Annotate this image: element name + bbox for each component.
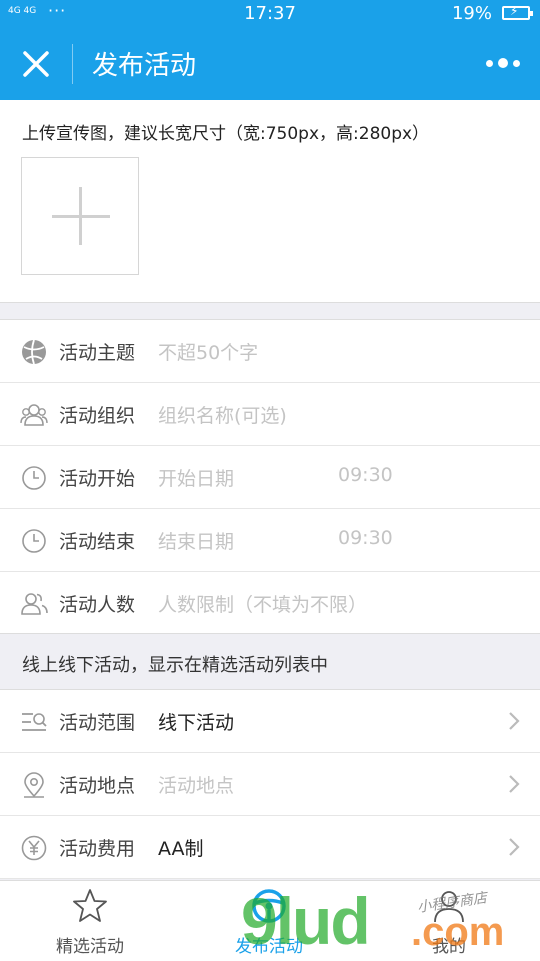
location-label: 活动地点 [59, 775, 136, 797]
group-icon [20, 404, 48, 426]
tab-publish[interactable]: 发布活动 [179, 881, 359, 961]
form-row-end[interactable]: 活动结束 结束日期 09:30 [0, 509, 540, 572]
steering-wheel-icon [252, 889, 286, 923]
tab-bar: 精选活动 发布活动 我的 [0, 880, 540, 961]
section-hint-text: 线上线下活动，显示在精选活动列表中 [22, 655, 328, 676]
start-date-input[interactable]: 开始日期 [158, 464, 234, 491]
theme-label: 活动主题 [59, 342, 136, 364]
yen-icon [21, 835, 47, 861]
chevron-right-icon [509, 775, 520, 793]
end-date-input[interactable]: 结束日期 [158, 527, 234, 554]
star-icon [73, 889, 107, 922]
form-group-basic: 活动主题 不超50个字 活动组织 组织名称(可选) 活动开始 开始日期 09:3… [0, 319, 540, 635]
people-icon [21, 593, 48, 615]
upload-section: 上传宣传图，建议长宽尺寸（宽:750px，高:280px） [0, 100, 540, 303]
battery-icon: ⚡ [502, 4, 533, 20]
end-label: 活动结束 [59, 531, 136, 553]
theme-input[interactable]: 不超50个字 [158, 338, 258, 365]
battery-percent: 19% [451, 3, 492, 24]
form-row-location[interactable]: 活动地点 活动地点 [0, 753, 540, 816]
tab-label: 我的 [432, 937, 466, 957]
form-row-org[interactable]: 活动组织 组织名称(可选) [0, 383, 540, 446]
clock-icon [22, 529, 46, 553]
form-row-fee[interactable]: 活动费用 AA制 [0, 816, 540, 879]
location-pin-icon [24, 772, 44, 798]
status-bar: 4G 4G ··· 17:37 19% ⚡ [0, 0, 540, 28]
section-hint: 线上线下活动，显示在精选活动列表中 [0, 633, 540, 691]
form-row-start[interactable]: 活动开始 开始日期 09:30 [0, 446, 540, 509]
start-label: 活动开始 [59, 468, 136, 490]
tab-label: 发布活动 [235, 937, 303, 957]
chevron-right-icon [509, 838, 520, 856]
close-icon[interactable] [20, 48, 52, 80]
more-dots-icon[interactable] [486, 54, 522, 74]
location-input[interactable]: 活动地点 [158, 771, 234, 798]
user-icon [434, 891, 464, 923]
upload-hint: 上传宣传图，建议长宽尺寸（宽:750px，高:280px） [22, 124, 430, 144]
tab-featured[interactable]: 精选活动 [0, 881, 180, 961]
start-time-input[interactable]: 09:30 [338, 464, 393, 486]
chevron-right-icon [509, 712, 520, 730]
ball-icon [22, 339, 46, 365]
list-search-icon [22, 713, 47, 731]
clock-icon [22, 466, 46, 490]
org-label: 活动组织 [59, 405, 136, 427]
page-title: 发布活动 [92, 51, 197, 81]
form-row-theme[interactable]: 活动主题 不超50个字 [0, 320, 540, 383]
people-label: 活动人数 [59, 594, 136, 616]
people-input[interactable]: 人数限制（不填为不限） [158, 590, 367, 617]
scope-value[interactable]: 线下活动 [158, 708, 234, 735]
form-row-scope[interactable]: 活动范围 线下活动 [0, 690, 540, 753]
form-row-people[interactable]: 活动人数 人数限制（不填为不限） [0, 572, 540, 635]
tab-label: 精选活动 [56, 937, 124, 957]
fee-label: 活动费用 [59, 838, 136, 860]
nav-bar: 发布活动 [0, 28, 540, 100]
scope-label: 活动范围 [59, 712, 136, 734]
nav-divider [72, 44, 73, 84]
end-time-input[interactable]: 09:30 [338, 527, 393, 549]
tab-mine[interactable]: 我的 [359, 881, 539, 961]
fee-value[interactable]: AA制 [158, 834, 204, 861]
upload-image-button[interactable] [21, 157, 139, 275]
form-group-options: 活动范围 线下活动 活动地点 活动地点 活动费用 AA制 [0, 689, 540, 879]
org-input[interactable]: 组织名称(可选) [158, 401, 287, 428]
